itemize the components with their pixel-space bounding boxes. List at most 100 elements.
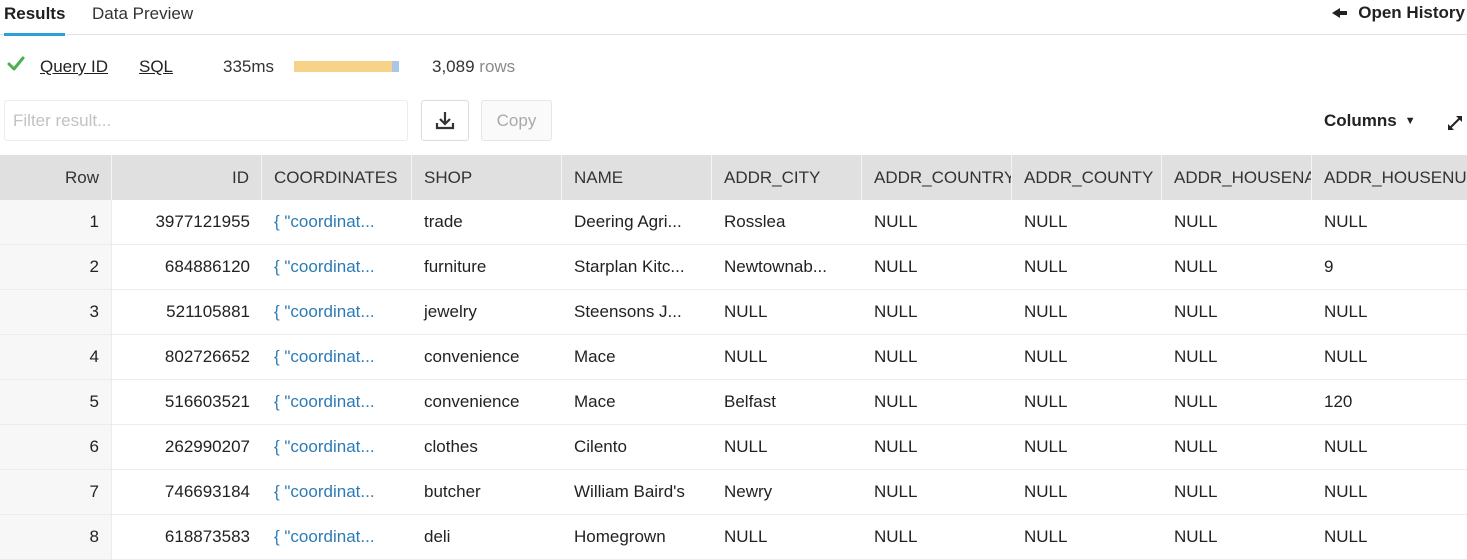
row-count-unit: rows	[479, 57, 516, 76]
cell-id: 516603521	[164, 392, 250, 411]
cell-addr-country: NULL	[874, 437, 918, 456]
column-header-addr-city[interactable]: ADDR_CITY	[712, 155, 862, 200]
table-row[interactable]: 6 262990207 { "coordinat... clothes Cilento N…	[0, 425, 1467, 470]
cell-addr-housenumber: 9	[1324, 257, 1334, 276]
cell-name: William Baird's	[574, 482, 685, 501]
cell-addr-county: NULL	[1024, 347, 1068, 366]
cell-shop: jewelry	[424, 302, 477, 321]
cell-coordinates[interactable]: { "coordinat...	[262, 470, 412, 514]
cell-addr-city: Belfast	[724, 392, 776, 411]
copy-button[interactable]: Copy	[481, 100, 552, 141]
cell-addr-country: NULL	[874, 257, 918, 276]
column-header-shop[interactable]: SHOP	[412, 155, 562, 200]
cell-addr-housename: NULL	[1174, 347, 1218, 366]
cell-row: 3	[0, 290, 112, 334]
cell-addr-county: NULL	[1024, 257, 1068, 276]
cell-name: Mace	[574, 347, 616, 366]
cell-addr-housenumber: NULL	[1324, 527, 1368, 546]
cell-id: 3977121955	[155, 212, 250, 231]
tab-results[interactable]: Results	[4, 4, 66, 36]
query-id-link[interactable]: Query ID	[40, 57, 108, 77]
cell-addr-country: NULL	[874, 527, 918, 546]
cell-name: Mace	[574, 392, 616, 411]
column-header-addr-housenumber[interactable]: ADDR_HOUSENUMBER	[1312, 155, 1467, 200]
query-status-bar: Query ID SQL 335ms 3,089 rows	[0, 55, 700, 81]
cell-addr-county: NULL	[1024, 482, 1068, 501]
expand-icon[interactable]	[1446, 114, 1464, 132]
arrow-left-icon	[1332, 6, 1348, 20]
cell-addr-country: NULL	[874, 347, 918, 366]
tab-bar: Results Data Preview Open History	[0, 0, 1467, 36]
tab-data-preview[interactable]: Data Preview	[92, 4, 193, 33]
cell-coordinates[interactable]: { "coordinat...	[262, 200, 412, 244]
cell-addr-city: NULL	[724, 347, 768, 366]
cell-shop: deli	[424, 527, 451, 546]
cell-addr-housenumber: 120	[1324, 392, 1353, 411]
cell-addr-housenumber: NULL	[1324, 437, 1368, 456]
cell-name: Deering Agri...	[574, 212, 682, 231]
cell-addr-city: NULL	[724, 527, 768, 546]
cell-id: 521105881	[166, 302, 250, 321]
cell-addr-country: NULL	[874, 392, 918, 411]
cell-addr-country: NULL	[874, 212, 918, 231]
cell-coordinates[interactable]: { "coordinat...	[262, 380, 412, 424]
filter-input[interactable]	[4, 100, 408, 141]
column-header-id[interactable]: ID	[112, 155, 262, 200]
open-history-button[interactable]: Open History	[1332, 3, 1465, 23]
cell-coordinates[interactable]: { "coordinat...	[262, 290, 412, 334]
table-row[interactable]: 4 802726652 { "coordinat... convenience Mace…	[0, 335, 1467, 380]
cell-addr-housenumber: NULL	[1324, 482, 1368, 501]
column-header-addr-county[interactable]: ADDR_COUNTY	[1012, 155, 1162, 200]
cell-shop: convenience	[424, 392, 520, 411]
columns-dropdown[interactable]: Columns ▼	[1324, 111, 1416, 131]
cell-id: 746693184	[164, 482, 250, 501]
cell-name: Starplan Kitc...	[574, 257, 685, 276]
cell-name: Cilento	[574, 437, 627, 456]
download-button[interactable]	[421, 100, 469, 141]
cell-addr-housename: NULL	[1174, 212, 1218, 231]
cell-addr-city: Newry	[724, 482, 773, 501]
table-row[interactable]: 7 746693184 { "coordinat... butcher William …	[0, 470, 1467, 515]
cell-addr-housenumber: NULL	[1324, 302, 1368, 321]
table-row[interactable]: 2 684886120 { "coordinat... furniture Starpl…	[0, 245, 1467, 290]
column-header-row[interactable]: Row	[0, 155, 112, 200]
cell-addr-housename: NULL	[1174, 437, 1218, 456]
table-row[interactable]: 8 618873583 { "coordinat... deli Homegrown NU…	[0, 515, 1467, 560]
cell-row: 8	[0, 515, 112, 559]
table-row[interactable]: 1 3977121955 { "coordinat... trade Deering A…	[0, 200, 1467, 245]
cell-addr-housenumber: NULL	[1324, 212, 1368, 231]
cell-id: 684886120	[164, 257, 250, 276]
cell-addr-housename: NULL	[1174, 527, 1218, 546]
table-row[interactable]: 3 521105881 { "coordinat... jewelry Steenson…	[0, 290, 1467, 335]
caret-down-icon: ▼	[1404, 115, 1416, 127]
cell-addr-city: NULL	[724, 437, 768, 456]
cell-addr-country: NULL	[874, 482, 918, 501]
progress-bar-end-segment	[392, 61, 399, 72]
cell-shop: trade	[424, 212, 463, 231]
table-row[interactable]: 5 516603521 { "coordinat... convenience Mace…	[0, 380, 1467, 425]
cell-addr-city: NULL	[724, 302, 768, 321]
cell-row: 7	[0, 470, 112, 514]
table-header: Row ID COORDINATES SHOP NAME ADDR_CITY ADDR_CO…	[0, 155, 1467, 200]
cell-addr-housename: NULL	[1174, 482, 1218, 501]
query-time: 335ms	[223, 57, 275, 76]
column-header-addr-housename[interactable]: ADDR_HOUSENAME	[1162, 155, 1312, 200]
cell-shop: butcher	[424, 482, 481, 501]
cell-row: 4	[0, 335, 112, 379]
cell-name: Steensons J...	[574, 302, 682, 321]
columns-label: Columns	[1324, 111, 1397, 130]
sql-link[interactable]: SQL	[139, 57, 173, 77]
column-header-addr-country[interactable]: ADDR_COUNTRY	[862, 155, 1012, 200]
cell-coordinates[interactable]: { "coordinat...	[262, 245, 412, 289]
cell-coordinates[interactable]: { "coordinat...	[262, 335, 412, 379]
cell-coordinates[interactable]: { "coordinat...	[262, 515, 412, 559]
cell-row: 1	[0, 200, 112, 244]
row-count-value: 3,089	[432, 57, 475, 76]
column-header-name[interactable]: NAME	[562, 155, 712, 200]
cell-coordinates[interactable]: { "coordinat...	[262, 425, 412, 469]
cell-addr-city: Newtownab...	[724, 257, 827, 276]
column-header-coordinates[interactable]: COORDINATES	[262, 155, 412, 200]
cell-addr-county: NULL	[1024, 392, 1068, 411]
cell-shop: furniture	[424, 257, 487, 276]
download-icon	[435, 112, 455, 130]
